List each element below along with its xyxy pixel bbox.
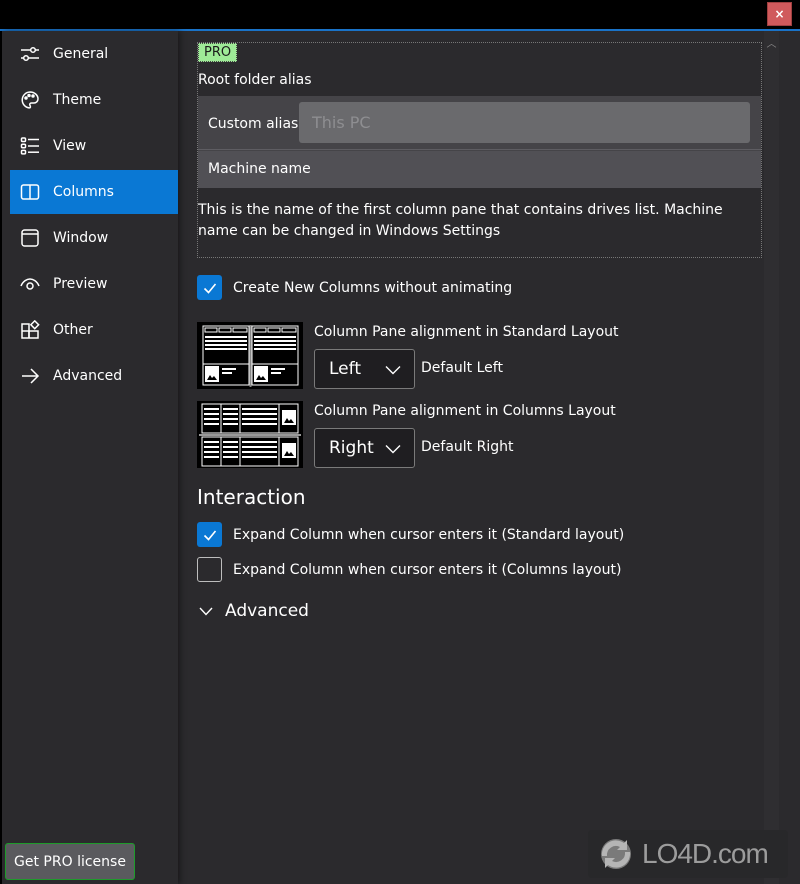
sidebar-item-window[interactable]: Window: [10, 216, 178, 260]
standard-layout-title: Column Pane alignment in Standard Layout: [314, 324, 619, 340]
sidebar-item-label: Other: [53, 322, 93, 338]
sliders-icon: [19, 43, 41, 65]
apps-icon: [19, 319, 41, 341]
chevron-down-icon: [385, 360, 401, 379]
chevron-down-icon: [385, 439, 401, 458]
columns-layout-default: Default Right: [421, 439, 514, 455]
create-without-animating-option[interactable]: Create New Columns without animating: [197, 275, 512, 300]
sidebar-item-label: Columns: [53, 184, 114, 200]
title-bar: ×: [0, 0, 800, 31]
expand-columns-option[interactable]: Expand Column when cursor enters it (Col…: [197, 557, 621, 582]
advanced-expander-label: Advanced: [225, 601, 309, 621]
root-folder-alias-label: Root folder alias: [198, 72, 312, 88]
sidebar-item-columns[interactable]: Columns: [10, 170, 178, 214]
create-without-animating-checkbox[interactable]: [197, 275, 222, 300]
get-pro-license-button[interactable]: Get PRO license: [5, 843, 135, 880]
expand-columns-checkbox[interactable]: [197, 557, 222, 582]
advanced-expander[interactable]: Advanced: [199, 601, 309, 621]
columns-icon: [19, 181, 41, 203]
checkmark-icon: [203, 529, 216, 541]
alias-panel: Custom alias Machine name: [198, 96, 761, 188]
sidebar-item-preview[interactable]: Preview: [10, 262, 178, 306]
close-button[interactable]: ×: [767, 2, 792, 26]
watermark: LO4D.com: [588, 830, 788, 878]
sidebar-item-label: Advanced: [53, 368, 123, 384]
lo4d-logo-icon: [601, 839, 631, 869]
expand-standard-option[interactable]: Expand Column when cursor enters it (Sta…: [197, 522, 624, 547]
custom-alias-row: Custom alias: [198, 96, 761, 150]
columns-layout-title: Column Pane alignment in Columns Layout: [314, 403, 616, 419]
standard-layout-alignment-dropdown[interactable]: Left: [314, 349, 415, 389]
sidebar-item-label: View: [53, 138, 87, 154]
root-alias-description: This is the name of the first column pan…: [198, 202, 723, 239]
custom-alias-input[interactable]: [299, 102, 750, 143]
sidebar-item-other[interactable]: Other: [10, 308, 178, 352]
machine-name-label: Machine name: [208, 161, 311, 177]
custom-alias-label: Custom alias: [208, 116, 299, 132]
interaction-heading: Interaction: [197, 485, 306, 509]
settings-window: General Theme View Columns Window Previe…: [2, 31, 800, 884]
dropdown-value: Left: [329, 359, 361, 379]
sidebar-item-label: Theme: [53, 92, 102, 108]
expand-standard-checkbox[interactable]: [197, 522, 222, 547]
standard-layout-thumbnail: [197, 322, 303, 389]
eye-icon: [19, 273, 41, 295]
sidebar-item-label: Preview: [53, 276, 108, 292]
machine-name-row[interactable]: Machine name: [198, 151, 761, 188]
sidebar-item-label: General: [53, 46, 109, 62]
sidebar-item-advanced[interactable]: Advanced: [10, 354, 178, 398]
dropdown-value: Right: [329, 438, 374, 458]
vertical-scrollbar[interactable]: ︿: [764, 31, 779, 884]
sidebar-item-general[interactable]: General: [10, 32, 178, 76]
checkmark-icon: [203, 282, 216, 294]
create-without-animating-label: Create New Columns without animating: [233, 279, 513, 296]
window-icon: [19, 227, 41, 249]
sidebar-item-theme[interactable]: Theme: [10, 78, 178, 122]
pro-badge: PRO: [198, 43, 238, 62]
columns-layout-alignment-dropdown[interactable]: Right: [314, 428, 415, 468]
watermark-text: LO4D.com: [642, 838, 769, 869]
chevron-down-icon: [199, 607, 213, 616]
columns-settings-pane: PRO Root folder alias Custom alias Machi…: [178, 31, 782, 884]
scroll-up-icon[interactable]: ︿: [764, 35, 779, 50]
sidebar: General Theme View Columns Window Previe…: [2, 31, 178, 884]
standard-layout-default: Default Left: [421, 360, 503, 376]
sidebar-item-view[interactable]: View: [10, 124, 178, 168]
arrow-right-icon: [19, 365, 41, 387]
expand-columns-label: Expand Column when cursor enters it (Col…: [233, 561, 622, 578]
sidebar-item-label: Window: [53, 230, 109, 246]
close-icon: ×: [774, 7, 785, 21]
list-icon: [19, 135, 41, 157]
columns-layout-thumbnail: [197, 401, 303, 468]
pro-settings-group: PRO Root folder alias Custom alias Machi…: [197, 42, 762, 258]
palette-icon: [19, 89, 41, 111]
expand-standard-label: Expand Column when cursor enters it (Sta…: [233, 526, 625, 543]
